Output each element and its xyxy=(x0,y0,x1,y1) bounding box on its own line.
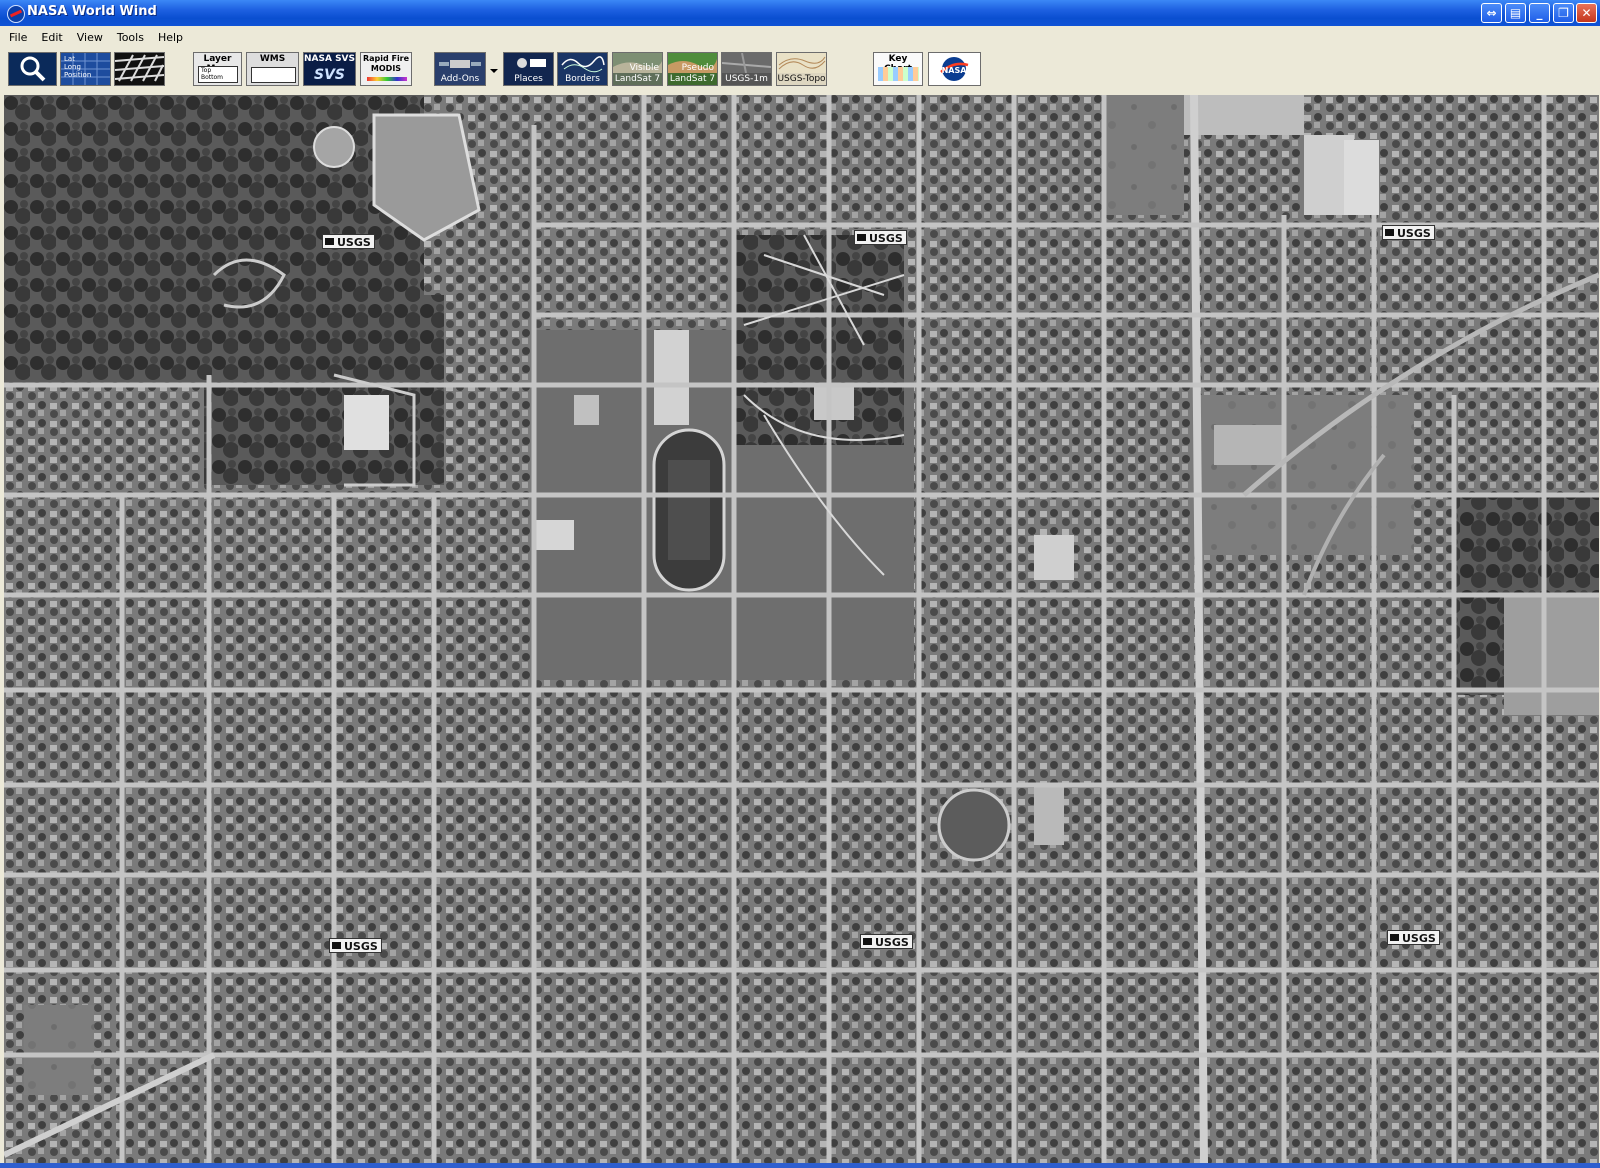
rapid-fire-modis-button[interactable]: Rapid Fire MODIS xyxy=(360,52,412,86)
landsat-visible-button[interactable]: Visible LandSat 7 xyxy=(612,52,663,86)
satellite-icon xyxy=(439,60,481,68)
usgs-watermark: USGS xyxy=(1382,225,1435,240)
restore-small-button[interactable]: ⇔ xyxy=(1481,3,1502,23)
bottom-window-border xyxy=(0,1163,1600,1168)
landsat-pseudo-button[interactable]: Pseudo LandSat 7 xyxy=(667,52,718,86)
toolbar: LatLongPosition Layer Mgr. TopBottom WMS… xyxy=(0,45,1600,92)
usgs-1m-icon xyxy=(722,53,771,74)
layer-manager-button[interactable]: Layer Mgr. TopBottom xyxy=(193,52,242,86)
places-button[interactable]: Places xyxy=(503,52,554,86)
map-view[interactable]: USGS USGS USGS USGS USGS USGS xyxy=(4,95,1599,1163)
minimize-button[interactable]: _ xyxy=(1529,3,1550,23)
svg-text:NASA: NASA xyxy=(942,66,968,75)
menu-tools[interactable]: Tools xyxy=(108,29,149,44)
borders-icon xyxy=(561,56,605,73)
add-ons-button[interactable]: Add-Ons xyxy=(434,52,486,86)
usgs-watermark: USGS xyxy=(329,938,382,953)
latlong-position-button[interactable]: Lat Long Position xyxy=(60,52,111,86)
latlon-grid-icon xyxy=(115,54,164,82)
usgs-topo-icon xyxy=(777,53,826,73)
usgs-watermark: USGS xyxy=(1387,930,1440,945)
add-ons-dropdown-arrow[interactable] xyxy=(490,69,498,73)
close-button[interactable]: ✕ xyxy=(1576,3,1597,23)
window-title: NASA World Wind xyxy=(27,4,157,19)
wms-button[interactable]: WMS xyxy=(246,52,299,86)
tray-button[interactable]: ▤ xyxy=(1505,3,1526,23)
nasa-logo-icon: NASA xyxy=(940,57,969,81)
nasa-logo-button[interactable]: NASA xyxy=(928,52,981,86)
menu-bar: File Edit View Tools Help xyxy=(0,26,1600,45)
latlon-grid-button[interactable] xyxy=(114,52,165,86)
usgs-watermark: USGS xyxy=(854,230,907,245)
search-button[interactable] xyxy=(8,52,57,86)
title-bar: NASA World Wind ⇔ ▤ _ ❐ ✕ xyxy=(0,0,1600,26)
aerial-imagery[interactable] xyxy=(4,95,1599,1163)
latlong-label: Lat Long Position xyxy=(64,55,92,79)
usgs-topo-button[interactable]: USGS-Topo xyxy=(776,52,827,86)
borders-button[interactable]: Borders xyxy=(557,52,608,86)
nasa-app-icon xyxy=(7,5,25,23)
maximize-button[interactable]: ❐ xyxy=(1553,3,1574,23)
place-finder-icon xyxy=(517,58,546,68)
usgs-watermark: USGS xyxy=(860,934,913,949)
key-chart-button[interactable]: Key Chart xyxy=(873,52,923,86)
menu-edit[interactable]: Edit xyxy=(32,29,67,44)
menu-view[interactable]: View xyxy=(68,29,108,44)
usgs-watermark: USGS xyxy=(322,234,375,249)
magnifier-icon xyxy=(20,56,46,82)
nasa-svs-button[interactable]: NASA SVS SVS xyxy=(303,52,356,86)
menu-help[interactable]: Help xyxy=(149,29,188,44)
menu-file[interactable]: File xyxy=(0,29,32,44)
usgs-1m-button[interactable]: USGS-1m xyxy=(721,52,772,86)
